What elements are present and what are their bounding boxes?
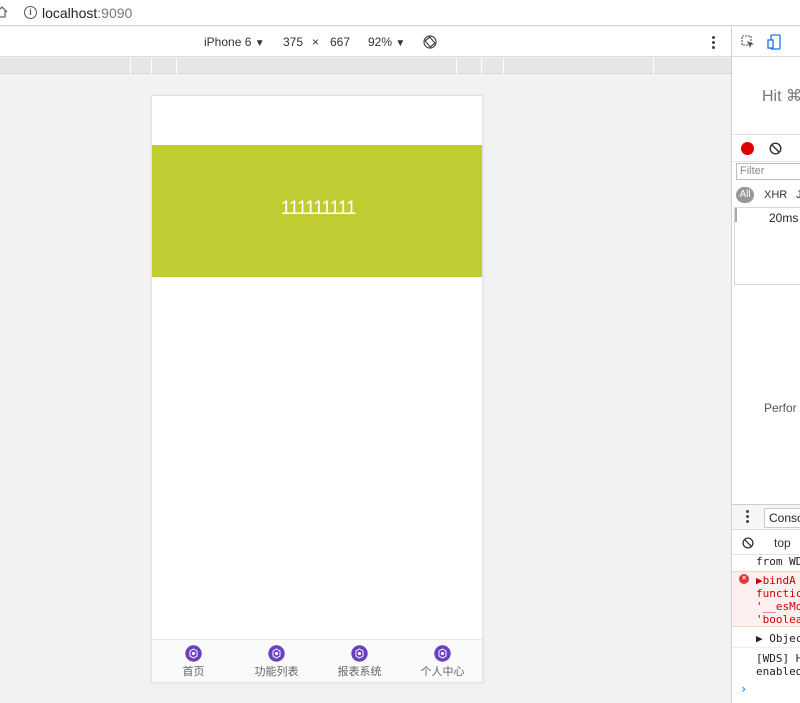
error-icon: ×: [739, 574, 749, 584]
context-select[interactable]: top: [774, 531, 791, 555]
console-line: ▶bindA: [756, 574, 796, 587]
tab-label: 报表系统: [337, 665, 382, 678]
tab-reports[interactable]: 报表系统: [318, 640, 401, 682]
more-options-icon[interactable]: [709, 35, 717, 49]
resource-type-filter: All XHR J: [732, 184, 800, 206]
console-error[interactable]: × ▶bindA functic '__esMo 'boolea: [732, 571, 800, 627]
tab-console[interactable]: Conso: [764, 508, 800, 528]
filter-input[interactable]: Filter: [736, 163, 800, 180]
device-select[interactable]: iPhone 6 ▼: [204, 27, 265, 59]
device-toggle-icon[interactable]: [767, 34, 781, 50]
url-host: localhost: [42, 5, 98, 21]
console-line: 'boolea: [756, 613, 800, 626]
console-line: '__esMo: [756, 600, 800, 613]
phone-screen: 111111111 首页 功能列表 报表系统 个人中心: [151, 95, 483, 683]
media-query-ruler[interactable]: [0, 58, 731, 74]
filter-all[interactable]: All: [736, 187, 754, 203]
timing-label: 20ms: [769, 211, 799, 225]
tab-home[interactable]: 首页: [152, 640, 235, 682]
console-line[interactable]: ▶ Objec: [732, 632, 800, 648]
drawer-tabs: Conso: [732, 504, 800, 530]
tab-label: 首页: [182, 665, 205, 678]
tab-icon: [351, 645, 368, 662]
device-name: iPhone 6: [204, 35, 252, 49]
chevron-down-icon: ▼: [395, 38, 406, 49]
home-icon[interactable]: [0, 6, 8, 18]
network-toolbar: [732, 134, 800, 162]
tab-profile[interactable]: 个人中心: [401, 640, 482, 682]
filter-js[interactable]: J: [796, 184, 800, 206]
tab-icon: [434, 645, 451, 662]
console-line: [WDS] H: [756, 652, 800, 665]
timeline-marker: [735, 208, 737, 222]
network-overview: 20ms: [734, 207, 800, 285]
console-line: functic: [756, 587, 800, 600]
zoom-value: 92%: [368, 35, 393, 49]
dimension-separator: ×: [312, 35, 320, 49]
performance-hint: Perfor: [764, 401, 797, 415]
width-input[interactable]: 375: [283, 27, 303, 57]
console-toolbar: top: [732, 531, 800, 555]
drawer-menu-icon[interactable]: [746, 510, 750, 524]
console-prompt[interactable]: ›: [740, 682, 747, 696]
clear-icon[interactable]: [769, 142, 782, 155]
address-bar: i localhost:9090: [0, 0, 800, 26]
clear-console-icon[interactable]: [742, 537, 754, 549]
tab-bar: 首页 功能列表 报表系统 个人中心: [152, 639, 482, 682]
tab-icon: [185, 645, 202, 662]
banner[interactable]: 111111111: [152, 145, 482, 277]
url-port: :9090: [97, 5, 133, 21]
url-field[interactable]: localhost:9090: [42, 4, 132, 22]
chevron-down-icon: ▼: [254, 38, 265, 49]
tab-features[interactable]: 功能列表: [235, 640, 318, 682]
height-input[interactable]: 667: [330, 27, 350, 57]
devtools-panel: Hit ⌘ Filter All XHR J 20ms Perfor Conso…: [731, 27, 800, 703]
console-line: from WD: [756, 555, 800, 568]
tab-icon: [268, 645, 285, 662]
console-line: enabled: [756, 665, 800, 678]
tab-label: 个人中心: [420, 665, 465, 678]
record-icon[interactable]: [741, 142, 754, 155]
devtools-toolbar: [732, 27, 800, 57]
device-toolbar: iPhone 6 ▼ 375 × 667 92% ▼: [0, 27, 731, 57]
tab-label: 功能列表: [254, 665, 299, 678]
info-icon[interactable]: i: [24, 6, 37, 19]
filter-xhr[interactable]: XHR: [764, 184, 787, 206]
network-hint: Hit ⌘: [762, 88, 800, 105]
zoom-select[interactable]: 92% ▼: [368, 27, 405, 59]
banner-text: 111111111: [280, 198, 357, 219]
rotate-icon[interactable]: [423, 35, 437, 49]
inspect-icon[interactable]: [741, 35, 755, 49]
